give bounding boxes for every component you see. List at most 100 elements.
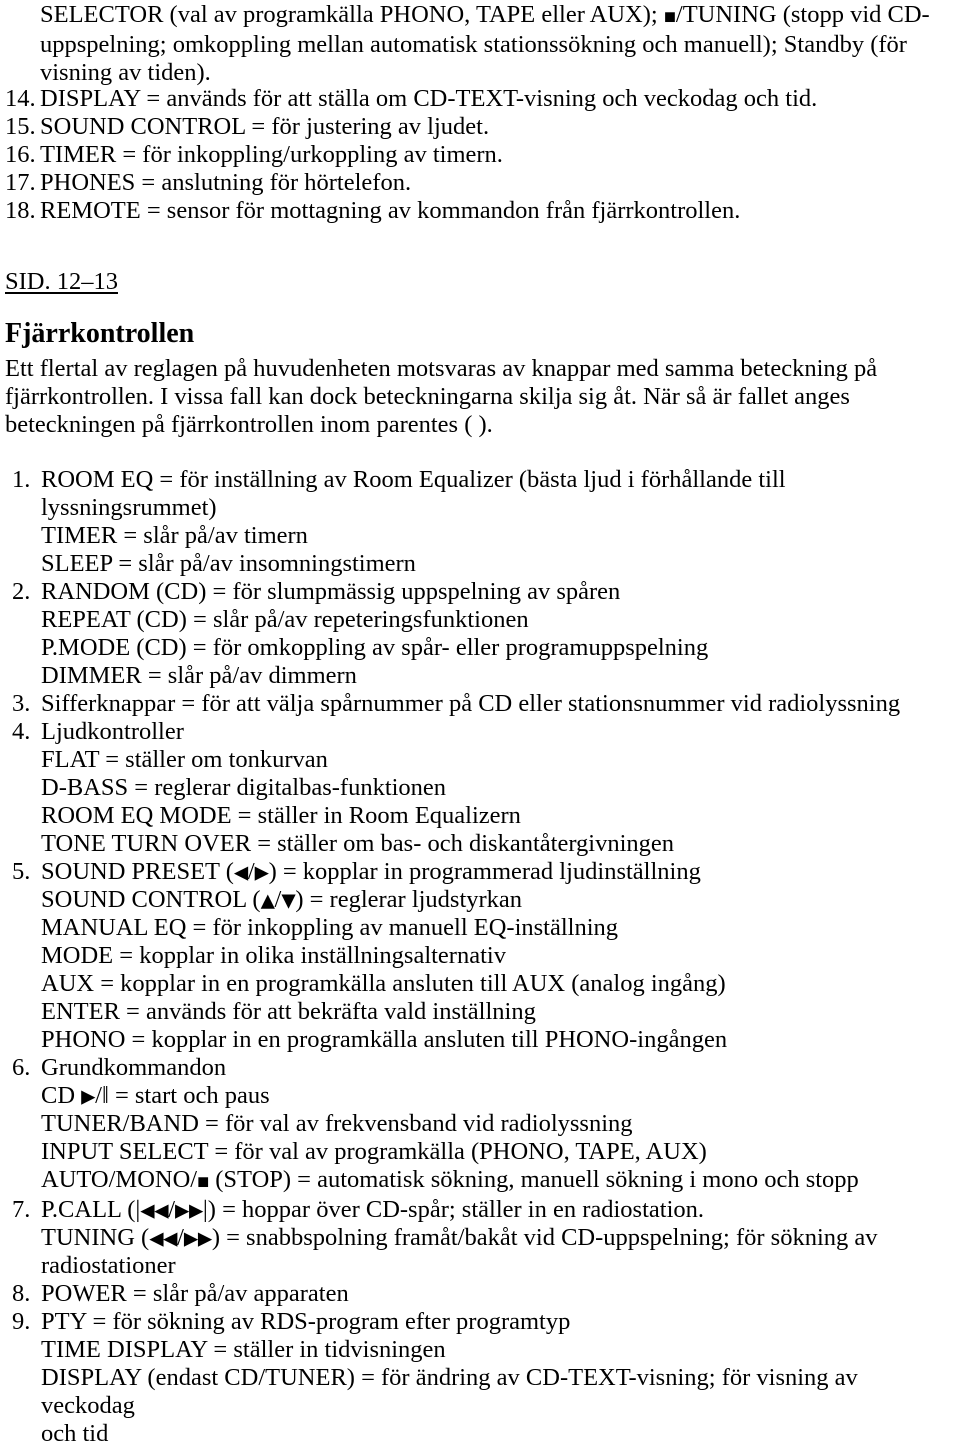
chapter-title: Fjärrkontrollen [5,318,195,349]
list-item-line: PTY = för sökning av RDS-program efter p… [41,1308,571,1336]
list-item-number: 6. [12,1054,31,1081]
list-item-line: Ljudkontroller [41,718,184,745]
list-item: 15. SOUND CONTROL = för justering av ljud… [5,113,948,141]
list-item-body: PTY = för sökning av RDS-program efter p… [41,1308,948,1448]
list-item-number: 9. [12,1308,31,1336]
list-item-body: Sifferknappar = för att välja spårnummer… [41,690,948,718]
numbered-list-top: 14. DISPLAY = används för att ställa om C… [5,85,948,225]
list-item-body: SOUND PRESET (◀/▶) = kopplar in programm… [41,858,948,1054]
play-icon: ▶ [254,862,269,884]
list-item-line: DIMMER = slår på/av dimmern [41,662,357,689]
list-item-line: PHONO = kopplar in en programkälla anslu… [41,1026,728,1053]
list-item: 4. Ljudkontroller FLAT = ställer om tonkur… [12,718,948,858]
continuation-paragraph: SELECTOR (val av programkälla PHONO, TAP… [40,1,948,87]
numbered-list-remote-controls: 1. ROOM EQ = för inställning av Room Equa… [12,466,948,1448]
list-item-line: DISPLAY (endast CD/TUNER) = för ändring … [41,1364,864,1420]
list-item-line: FLAT = ställer om tonkurvan [41,746,328,773]
list-item-line: Sifferknappar = för att välja spårnummer… [41,690,901,717]
list-item-line: TIME DISPLAY = ställer in tidvisningen [41,1336,446,1364]
list-item-number: 4. [12,718,31,745]
list-item-number: 16. [5,141,36,168]
list-item-body: DISPLAY = används för att ställa om CD-T… [40,85,948,113]
list-item-number: 7. [12,1196,31,1224]
list-item-number: 1. [12,466,31,493]
document-page: SELECTOR (val av programkälla PHONO, TAP… [0,0,960,1448]
list-item: 6. Grundkommandon CD ▶/‖ = start och paus T… [12,1054,948,1196]
list-item-number: 14. [5,85,36,112]
rewind-icon: ◀ [154,1200,169,1222]
list-item: 14. DISPLAY = används för att ställa om C… [5,85,948,113]
list-item-number: 2. [12,578,31,605]
list-item-body: Ljudkontroller FLAT = ställer om tonkurva… [41,718,948,858]
up-arrow-icon: ▲ [260,890,275,912]
list-item: 2. RANDOM (CD) = för slumpmässig uppspeln… [12,578,948,690]
list-item-body: P.CALL (|◀◀/▶▶|) = hoppar över CD-spår; … [41,1196,948,1280]
list-item-line: SOUND CONTROL (▲/▼) = reglerar ljudstyrk… [41,886,523,913]
list-item-line: P.MODE (CD) = för omkoppling av spår- el… [41,634,709,661]
list-item-line: RANDOM (CD) = för slumpmässig uppspelnin… [41,578,621,605]
list-item-number: 3. [12,690,31,717]
pause-icon: ‖ [101,1082,109,1109]
list-item-line: D-BASS = reglerar digitalbas-funktionen [41,774,447,801]
rewind-icon: ◀ [149,1228,164,1250]
list-item-number: 8. [12,1280,31,1308]
list-item-line: TONE TURN OVER = ställer om bas- och dis… [41,830,675,857]
list-item-body: ROOM EQ = för inställning av Room Equali… [41,466,948,578]
play-icon: ▶ [183,1228,198,1250]
stop-icon: ■ [197,1174,210,1190]
list-item-body: POWER = slår på/av apparaten [41,1280,948,1308]
chapter-intro-text: Ett flertal av reglagen på huvudenheten … [5,355,884,438]
list-item: 17. PHONES = anslutning för hörtelefon. [5,169,948,197]
rewind-icon: ◀ [233,862,248,884]
rewind-icon: ◀ [163,1228,178,1250]
list-item-line: CD ▶/‖ = start och paus [41,1082,270,1109]
list-item-line: TUNER/BAND = för val av frekvensband vid… [41,1110,633,1137]
list-item-line: MODE = kopplar in olika inställningsalte… [41,942,506,969]
list-item-line: MANUAL EQ = för inkoppling av manuell EQ… [41,914,619,941]
play-icon: ▶ [188,1200,203,1222]
list-item-line: REMOTE = sensor för mottagning av komman… [40,197,741,224]
list-item-line: INPUT SELECT = för val av programkälla (… [41,1138,707,1165]
list-item-number: 15. [5,113,36,140]
list-item-line: TUNING (◀◀/▶▶) = snabbspolning framåt/ba… [41,1224,878,1252]
list-item: 8. POWER = slår på/av apparaten [12,1280,948,1308]
list-item-body: TIMER = för inkoppling/urkoppling av tim… [40,141,948,169]
list-item-line: Grundkommandon [41,1054,227,1081]
play-icon: ▶ [197,1228,212,1250]
section-page-reference: SID. 12–13 [5,268,118,295]
list-item-line: ENTER = används för att bekräfta vald in… [41,998,536,1025]
list-item-line: PHONES = anslutning för hörtelefon. [40,169,412,196]
list-item-line: DISPLAY = används för att ställa om CD-T… [40,85,818,112]
list-item-line: POWER = slår på/av apparaten [41,1280,349,1308]
list-item: 18. REMOTE = sensor för mottagning av kom… [5,197,948,225]
list-item-line: ROOM EQ MODE = ställer in Room Equalizer… [41,802,521,829]
list-item-body: SOUND CONTROL = för justering av ljudet. [40,113,948,141]
list-item-number: 5. [12,858,31,885]
list-item-line: och tid [41,1420,109,1448]
list-item-body: REMOTE = sensor för mottagning av komman… [40,197,948,225]
list-item-body: Grundkommandon CD ▶/‖ = start och paus TUN… [41,1054,948,1196]
list-item-line: SLEEP = slår på/av insomningstimern [41,550,416,577]
stop-icon: ■ [663,9,676,25]
list-item: 16. TIMER = för inkoppling/urkoppling av … [5,141,948,169]
list-item-number: 17. [5,169,36,196]
list-item: 7. P.CALL (|◀◀/▶▶|) = hoppar över CD-spår… [12,1196,948,1280]
list-item-line: TIMER = slår på/av timern [41,522,308,549]
play-icon: ▶ [175,1200,189,1222]
list-item-line: AUX = kopplar in en programkälla anslute… [41,970,726,997]
list-item-line: TIMER = för inkoppling/urkoppling av tim… [40,141,503,168]
list-item-line: P.CALL (|◀◀/▶▶|) = hoppar över CD-spår; … [41,1196,705,1224]
list-item-line: AUTO/MONO/■ (STOP) = automatisk sökning,… [41,1166,859,1193]
chapter-intro-paragraph: Ett flertal av reglagen på huvudenheten … [5,355,950,439]
rewind-icon: ◀ [140,1200,155,1222]
list-item: 1. ROOM EQ = för inställning av Room Equa… [12,466,948,578]
list-item-body: RANDOM (CD) = för slumpmässig uppspelnin… [41,578,948,690]
list-item: 9. PTY = för sökning av RDS-program efter… [12,1308,948,1448]
list-item-number: 18. [5,197,36,224]
continuation-text: SELECTOR (val av programkälla PHONO, TAP… [40,1,930,87]
down-arrow-icon: ▼ [281,890,296,912]
list-item-line: SOUND CONTROL = för justering av ljudet. [40,113,490,140]
list-item-line: radiostationer [41,1252,176,1280]
list-item-line: ROOM EQ = för inställning av Room Equali… [41,466,792,521]
list-item-line: SOUND PRESET (◀/▶) = kopplar in programm… [41,858,701,885]
